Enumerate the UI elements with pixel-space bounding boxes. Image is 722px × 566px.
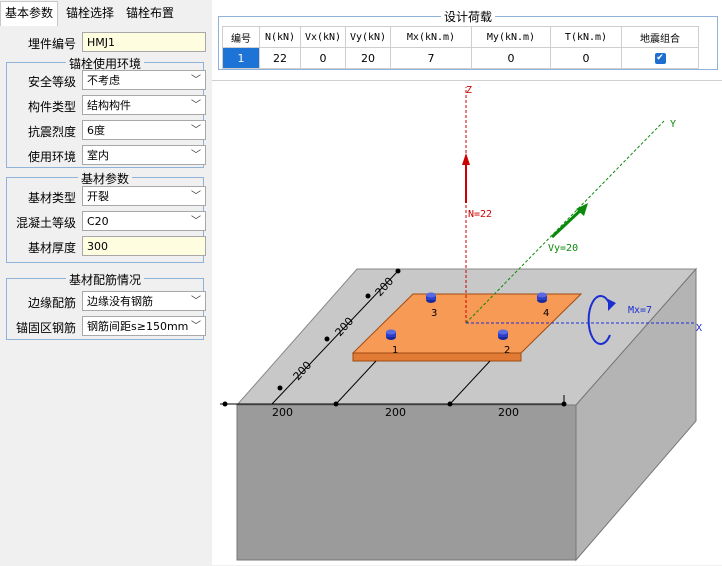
design-load-group: 设计荷载 编号 N(kN) Vx(kN) Vy(kN) Mx(kN.m) My(… <box>218 10 718 70</box>
anchor-zone-row: 锚固区钢筋 钢筋间距s≥150mm ﹀ <box>6 316 206 338</box>
chevron-down-icon: ﹀ <box>191 150 201 161</box>
thickness-label: 基材厚度 <box>27 241 76 255</box>
chevron-down-icon: ﹀ <box>191 216 201 227</box>
part-id-input[interactable]: HMJ1 <box>82 32 206 52</box>
vy-load-arrow <box>550 207 584 239</box>
anchor-zone-label: 锚固区钢筋 <box>15 321 76 335</box>
cell-my[interactable]: 0 <box>471 47 551 69</box>
design-load-table: 编号 N(kN) Vx(kN) Vy(kN) Mx(kN.m) My(kN.m)… <box>222 26 699 69</box>
edge-rebar-select[interactable]: 边缘没有钢筋 ﹀ <box>82 291 206 311</box>
seismic-row: 抗震烈度 6度 ﹀ <box>6 120 206 142</box>
chevron-down-icon: ﹀ <box>191 191 201 202</box>
cell-vx[interactable]: 0 <box>300 47 346 69</box>
concrete-front-face <box>236 404 577 561</box>
y-axis-label: Y <box>670 119 676 130</box>
col-header: Vy(kN) <box>345 26 391 48</box>
seismic-select[interactable]: 6度 ﹀ <box>82 120 206 140</box>
concrete-row: 混凝土等级 C20 ﹀ <box>6 211 206 233</box>
table-header-row: 编号 N(kN) Vx(kN) Vy(kN) Mx(kN.m) My(kN.m)… <box>222 26 699 48</box>
tab-basic-params[interactable]: 基本参数 <box>0 1 59 27</box>
safety-label: 安全等级 <box>27 75 76 89</box>
base-group-title: 基材参数 <box>77 172 132 186</box>
dim-label: 200 <box>272 406 293 419</box>
col-header: Vx(kN) <box>300 26 346 48</box>
col-header: 编号 <box>222 26 260 48</box>
edge-rebar-label: 边缘配筋 <box>27 296 76 310</box>
right-pane: 设计荷载 编号 N(kN) Vx(kN) Vy(kN) Mx(kN.m) My(… <box>212 0 722 565</box>
diagram-canvas[interactable]: 200 200 200 200 200 200 1 2 3 4 Z Y X N=… <box>212 80 722 566</box>
thickness-row: 基材厚度 300 <box>6 236 206 258</box>
vy-load-label: Vy=20 <box>548 243 578 254</box>
chevron-down-icon: ﹀ <box>191 75 201 86</box>
col-header: 地震组合 <box>621 26 699 48</box>
member-row: 构件类型 结构构件 ﹀ <box>6 95 206 117</box>
col-header: Mx(kN.m) <box>390 26 472 48</box>
part-id-row: 埋件编号 HMJ1 <box>6 32 206 54</box>
col-header: T(kN.m) <box>550 26 622 48</box>
cell-mx[interactable]: 7 <box>390 47 472 69</box>
rebar-group-title: 基材配筋情况 <box>65 273 144 287</box>
use-env-row: 使用环境 室内 ﹀ <box>6 145 206 167</box>
tab-bar: 基本参数 锚栓选择 锚栓布置 <box>0 0 210 27</box>
mx-load-label: Mx=7 <box>628 305 652 316</box>
anchor-label: 1 <box>392 345 398 356</box>
tab-anchor-selection[interactable]: 锚栓选择 <box>62 2 118 24</box>
cell-t[interactable]: 0 <box>550 47 622 69</box>
col-header: N(kN) <box>259 26 301 48</box>
anchor-bolt-1 <box>386 329 396 340</box>
anchor-bolt-3 <box>426 292 436 303</box>
safety-row: 安全等级 不考虑 ﹀ <box>6 70 206 92</box>
use-env-select[interactable]: 室内 ﹀ <box>82 145 206 165</box>
col-header: My(kN.m) <box>471 26 551 48</box>
anchor-label: 4 <box>543 308 549 319</box>
anchor-label: 3 <box>431 308 437 319</box>
edge-rebar-row: 边缘配筋 边缘没有钢筋 ﹀ <box>6 291 206 313</box>
base-type-row: 基材类型 开裂 ﹀ <box>6 186 206 208</box>
part-id-label: 埋件编号 <box>27 37 76 51</box>
design-load-title: 设计荷载 <box>440 10 495 24</box>
member-select[interactable]: 结构构件 ﹀ <box>82 95 206 115</box>
concrete-label: 混凝土等级 <box>15 216 76 230</box>
member-label: 构件类型 <box>27 100 76 114</box>
n-load-label: N=22 <box>468 209 492 220</box>
params-panel: 埋件编号 HMJ1 锚栓使用环境 安全等级 不考虑 ﹀ 构件类型 结构构件 ﹀ 抗震… <box>0 26 210 565</box>
table-row[interactable]: 1 22 0 20 7 0 0 ✔ <box>222 47 699 69</box>
z-axis-label: Z <box>466 85 472 96</box>
base-type-label: 基材类型 <box>27 191 76 205</box>
anchor-bolt-4 <box>537 292 547 303</box>
anchor-label: 2 <box>504 345 510 356</box>
dim-label: 200 <box>385 406 406 419</box>
chevron-down-icon: ﹀ <box>191 100 201 111</box>
anchor-diagram: 200 200 200 200 200 200 1 2 3 4 Z Y X N=… <box>220 85 702 562</box>
n-load-arrowhead <box>462 153 470 165</box>
use-env-label: 使用环境 <box>27 150 76 164</box>
cell-vy[interactable]: 20 <box>345 47 391 69</box>
tab-anchor-layout[interactable]: 锚栓布置 <box>122 2 178 24</box>
safety-select[interactable]: 不考虑 ﹀ <box>82 70 206 90</box>
chevron-down-icon: ﹀ <box>191 296 201 307</box>
env-group-title: 锚栓使用环境 <box>65 57 144 71</box>
concrete-select[interactable]: C20 ﹀ <box>82 211 206 231</box>
dim-label: 200 <box>498 406 519 419</box>
cell-n[interactable]: 22 <box>259 47 301 69</box>
plate-edge <box>352 352 522 362</box>
seismic-label: 抗震烈度 <box>27 125 76 139</box>
chevron-down-icon: ﹀ <box>191 125 201 136</box>
cell-id[interactable]: 1 <box>222 47 260 69</box>
chevron-down-icon: ﹀ <box>191 321 201 332</box>
base-type-select[interactable]: 开裂 ﹀ <box>82 186 206 206</box>
anchor-bolt-2 <box>498 329 508 340</box>
thickness-input[interactable]: 300 <box>82 236 206 256</box>
seismic-checkbox[interactable]: ✔ <box>654 53 666 64</box>
x-axis-label: X <box>696 323 702 334</box>
anchor-zone-select[interactable]: 钢筋间距s≥150mm ﹀ <box>82 316 206 336</box>
cell-seismic[interactable]: ✔ <box>621 47 699 69</box>
